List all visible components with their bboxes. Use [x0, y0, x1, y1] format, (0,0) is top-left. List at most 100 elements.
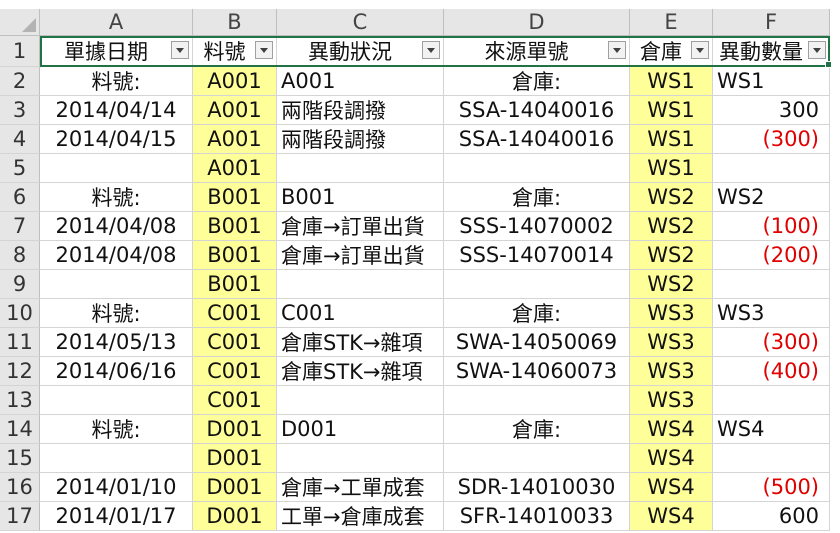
table-header-cell[interactable]: 來源單號	[444, 36, 630, 67]
row-header[interactable]: 5	[0, 154, 40, 183]
cell-d[interactable]: SDR-14010030	[444, 473, 630, 502]
table-header-cell[interactable]: 單據日期	[40, 36, 193, 67]
cell-a[interactable]: 料號:	[40, 415, 193, 444]
cell-d[interactable]: SSS-14070002	[444, 212, 630, 241]
cell-d[interactable]	[444, 444, 630, 473]
cell-a[interactable]: 料號:	[40, 299, 193, 328]
column-header-e[interactable]: E	[630, 9, 713, 36]
row-header[interactable]: 17	[0, 502, 40, 531]
cell-a[interactable]: 2014/01/17	[40, 502, 193, 531]
cell-c[interactable]: C001	[277, 299, 444, 328]
cell-d[interactable]: 倉庫:	[444, 67, 630, 96]
select-all-corner[interactable]	[0, 9, 40, 36]
row-header[interactable]: 2	[0, 67, 40, 96]
cell-a[interactable]: 2014/04/08	[40, 212, 193, 241]
filter-dropdown-icon[interactable]	[171, 41, 189, 59]
cell-a[interactable]	[40, 386, 193, 415]
cell-f[interactable]: (500)	[713, 473, 830, 502]
cell-b[interactable]: A001	[193, 154, 277, 183]
cell-e[interactable]: WS2	[630, 241, 713, 270]
cell-a[interactable]	[40, 270, 193, 299]
cell-c[interactable]: 兩階段調撥	[277, 96, 444, 125]
cell-b[interactable]: C001	[193, 386, 277, 415]
table-header-cell[interactable]: 倉庫	[630, 36, 713, 67]
filter-dropdown-icon[interactable]	[808, 41, 826, 59]
table-header-cell[interactable]: 異動數量	[713, 36, 830, 67]
row-header[interactable]: 12	[0, 357, 40, 386]
cell-b[interactable]: C001	[193, 299, 277, 328]
cell-c[interactable]: 倉庫STK→雜項	[277, 328, 444, 357]
table-header-cell[interactable]: 異動狀況	[277, 36, 444, 67]
cell-a[interactable]: 2014/01/10	[40, 473, 193, 502]
cell-a[interactable]: 2014/04/08	[40, 241, 193, 270]
cell-d[interactable]	[444, 386, 630, 415]
row-header[interactable]: 9	[0, 270, 40, 299]
cell-f[interactable]: WS1	[713, 67, 830, 96]
cell-e[interactable]: WS2	[630, 183, 713, 212]
row-header[interactable]: 6	[0, 183, 40, 212]
cell-e[interactable]: WS3	[630, 386, 713, 415]
cell-a[interactable]: 2014/05/13	[40, 328, 193, 357]
cell-c[interactable]	[277, 444, 444, 473]
cell-a[interactable]: 2014/04/14	[40, 96, 193, 125]
cell-e[interactable]: WS2	[630, 270, 713, 299]
cell-e[interactable]: WS2	[630, 212, 713, 241]
row-header[interactable]: 8	[0, 241, 40, 270]
table-header-cell[interactable]: 料號	[193, 36, 277, 67]
row-header[interactable]: 14	[0, 415, 40, 444]
cell-e[interactable]: WS3	[630, 299, 713, 328]
cell-c[interactable]: 工單→倉庫成套	[277, 502, 444, 531]
cell-f[interactable]: (300)	[713, 328, 830, 357]
cell-d[interactable]: SFR-14010033	[444, 502, 630, 531]
cell-e[interactable]: WS3	[630, 357, 713, 386]
cell-b[interactable]: D001	[193, 502, 277, 531]
cell-a[interactable]	[40, 444, 193, 473]
cell-e[interactable]: WS4	[630, 415, 713, 444]
cell-f[interactable]: 300	[713, 96, 830, 125]
cell-d[interactable]: 倉庫:	[444, 415, 630, 444]
cell-d[interactable]: 倉庫:	[444, 299, 630, 328]
cell-e[interactable]: WS1	[630, 154, 713, 183]
cell-d[interactable]: 倉庫:	[444, 183, 630, 212]
column-header-f[interactable]: F	[713, 9, 830, 36]
cell-e[interactable]: WS4	[630, 473, 713, 502]
cell-b[interactable]: D001	[193, 444, 277, 473]
cell-f[interactable]	[713, 154, 830, 183]
cell-c[interactable]	[277, 386, 444, 415]
cell-b[interactable]: B001	[193, 241, 277, 270]
cell-f[interactable]: (200)	[713, 241, 830, 270]
cell-c[interactable]: 倉庫STK→雜項	[277, 357, 444, 386]
row-header[interactable]: 3	[0, 96, 40, 125]
cell-b[interactable]: C001	[193, 328, 277, 357]
cell-f[interactable]: 600	[713, 502, 830, 531]
cell-a[interactable]: 料號:	[40, 183, 193, 212]
cell-a[interactable]: 料號:	[40, 67, 193, 96]
cell-c[interactable]: B001	[277, 183, 444, 212]
cell-e[interactable]: WS4	[630, 502, 713, 531]
cell-f[interactable]	[713, 270, 830, 299]
cell-b[interactable]: D001	[193, 473, 277, 502]
cell-c[interactable]	[277, 270, 444, 299]
row-header[interactable]: 15	[0, 444, 40, 473]
cell-d[interactable]	[444, 154, 630, 183]
cell-d[interactable]	[444, 270, 630, 299]
cell-c[interactable]: 倉庫→訂單出貨	[277, 212, 444, 241]
filter-dropdown-icon[interactable]	[422, 41, 440, 59]
cell-b[interactable]: B001	[193, 183, 277, 212]
row-header[interactable]: 4	[0, 125, 40, 154]
row-header[interactable]: 13	[0, 386, 40, 415]
column-header-a[interactable]: A	[40, 9, 193, 36]
cell-b[interactable]: C001	[193, 357, 277, 386]
cell-d[interactable]: SSA-14040016	[444, 125, 630, 154]
cell-f[interactable]	[713, 386, 830, 415]
cell-c[interactable]: 倉庫→工單成套	[277, 473, 444, 502]
cell-c[interactable]: A001	[277, 67, 444, 96]
cell-d[interactable]: SWA-14050069	[444, 328, 630, 357]
cell-e[interactable]: WS1	[630, 125, 713, 154]
cell-b[interactable]: B001	[193, 212, 277, 241]
cell-f[interactable]: (400)	[713, 357, 830, 386]
filter-dropdown-icon[interactable]	[691, 41, 709, 59]
cell-e[interactable]: WS4	[630, 444, 713, 473]
cell-f[interactable]: WS4	[713, 415, 830, 444]
cell-c[interactable]	[277, 154, 444, 183]
